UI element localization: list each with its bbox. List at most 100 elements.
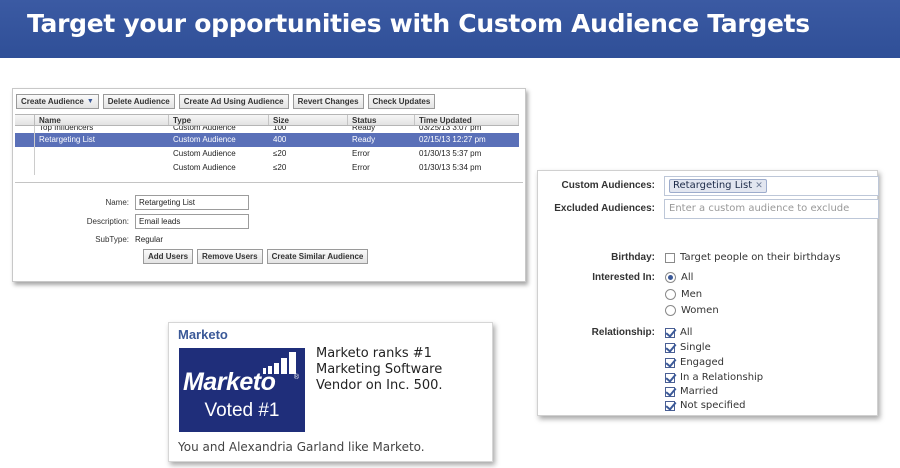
custom-audiences-label: Custom Audiences: (561, 180, 655, 191)
row-select-cell[interactable] (15, 126, 35, 133)
relationship-in-relationship-option[interactable]: In a Relationship (665, 372, 763, 383)
relationship-engaged-label: Engaged (680, 357, 724, 368)
registered-mark: ® (293, 374, 299, 381)
cell-name (35, 147, 169, 161)
cell-time: 01/30/13 5:37 pm (419, 149, 482, 158)
header-banner: Target your opportunities with Custom Au… (0, 0, 900, 58)
add-users-button[interactable]: Add Users (143, 249, 194, 264)
cell-name: Retargeting List (39, 135, 96, 144)
audience-toolbar: Create Audience ▼ Delete Audience Create… (16, 94, 436, 109)
interested-women-radio[interactable] (665, 305, 676, 316)
cell-time: 03/25/13 3:07 pm (419, 126, 482, 132)
cell-status: Error (352, 163, 370, 172)
relationship-all-option[interactable]: All (665, 327, 692, 338)
row-select-cell[interactable] (15, 133, 35, 147)
cell-type: Custom Audience (173, 135, 236, 144)
select-column-header (15, 115, 35, 125)
audience-table: Name Type Size Status Time Updated Top I… (15, 114, 519, 175)
column-header-size[interactable]: Size (269, 115, 348, 125)
table-row-selected[interactable]: Retargeting List Custom Audience 400 Rea… (15, 133, 519, 147)
revert-changes-button[interactable]: Revert Changes (292, 94, 364, 109)
description-label: Description: (86, 217, 129, 226)
relationship-in-relationship-label: In a Relationship (680, 372, 764, 383)
interested-men-option[interactable]: Men (665, 289, 702, 300)
column-header-status[interactable]: Status (348, 115, 415, 125)
cell-type: Custom Audience (173, 163, 236, 172)
name-label: Name: (105, 198, 129, 207)
audience-token[interactable]: Retargeting List ✕ (669, 179, 767, 193)
interested-in-label: Interested In: (592, 272, 655, 283)
targeting-panel: Custom Audiences: Retargeting List ✕ Exc… (537, 170, 879, 416)
check-updates-button[interactable]: Check Updates (367, 94, 436, 109)
audience-token-label: Retargeting List (673, 180, 753, 191)
cell-type: Custom Audience (173, 149, 236, 158)
description-field-row: Description: Email leads (13, 214, 249, 229)
marketo-logo-text: Marketo (183, 368, 276, 396)
name-field-row: Name: Retargeting List (13, 195, 249, 210)
column-header-name[interactable]: Name (35, 115, 169, 125)
cell-size: 100 (273, 126, 287, 132)
cell-name: Top Influencers (39, 126, 94, 132)
audience-manager-panel: Create Audience ▼ Delete Audience Create… (12, 88, 526, 282)
relationship-not-specified-checkbox[interactable] (665, 400, 675, 411)
ad-image[interactable]: Marketo ® Voted #1 (179, 348, 305, 432)
delete-audience-button[interactable]: Delete Audience (102, 94, 175, 109)
birthday-option-label: Target people on their birthdays (680, 252, 841, 263)
relationship-in-relationship-checkbox[interactable] (665, 372, 675, 383)
relationship-single-checkbox[interactable] (665, 342, 675, 353)
custom-audiences-input[interactable]: Retargeting List ✕ (664, 176, 879, 196)
relationship-married-label: Married (680, 386, 719, 397)
excluded-audiences-input[interactable]: Enter a custom audience to exclude (664, 199, 879, 219)
birthday-checkbox[interactable] (665, 252, 675, 263)
interested-women-option[interactable]: Women (665, 305, 719, 316)
cell-status: Error (352, 149, 370, 158)
name-input[interactable]: Retargeting List (135, 195, 249, 210)
description-input[interactable]: Email leads (135, 214, 249, 229)
relationship-married-checkbox[interactable] (665, 386, 675, 397)
table-header: Name Type Size Status Time Updated (15, 114, 519, 126)
table-row[interactable]: Top Influencers Custom Audience 100 Read… (15, 126, 519, 133)
remove-token-icon[interactable]: ✕ (755, 180, 763, 192)
create-ad-button[interactable]: Create Ad Using Audience (178, 94, 289, 109)
birthday-label: Birthday: (611, 252, 655, 263)
cell-status: Ready (352, 126, 376, 132)
interested-men-radio[interactable] (665, 289, 676, 300)
create-similar-audience-button[interactable]: Create Similar Audience (266, 249, 369, 264)
cell-type: Custom Audience (173, 126, 236, 132)
banner-title: Target your opportunities with Custom Au… (27, 9, 810, 38)
column-header-time-updated[interactable]: Time Updated (415, 115, 519, 125)
column-header-type[interactable]: Type (169, 115, 269, 125)
remove-users-button[interactable]: Remove Users (197, 249, 263, 264)
row-select-cell[interactable] (15, 147, 35, 161)
subtype-value: Regular (135, 235, 164, 244)
relationship-all-label: All (680, 327, 693, 338)
birthday-option[interactable]: Target people on their birthdays (665, 252, 840, 263)
relationship-engaged-checkbox[interactable] (665, 357, 675, 368)
relationship-all-checkbox[interactable] (665, 327, 675, 338)
relationship-not-specified-option[interactable]: Not specified (665, 400, 745, 411)
interested-all-radio[interactable] (665, 272, 676, 283)
cell-size: ≤20 (273, 163, 287, 172)
interested-women-label: Women (681, 305, 719, 316)
relationship-single-option[interactable]: Single (665, 342, 711, 353)
create-audience-button[interactable]: Create Audience ▼ (16, 94, 99, 109)
interested-men-label: Men (681, 289, 703, 300)
cell-status: Ready (352, 135, 376, 144)
subtype-row: SubType: Regular (13, 235, 163, 244)
interested-all-option[interactable]: All (665, 272, 693, 283)
ad-social-context: You and Alexandria Garland like Marketo. (178, 440, 425, 454)
ad-preview-panel[interactable]: Marketo Marketo ® Voted #1 Marketo ranks… (168, 322, 493, 462)
ad-title[interactable]: Marketo (178, 327, 228, 342)
interested-all-label: All (681, 272, 694, 283)
cell-time: 01/30/13 5:34 pm (419, 163, 482, 172)
subtype-label: SubType: (95, 235, 129, 244)
dropdown-arrow-icon: ▼ (86, 98, 94, 105)
excluded-audiences-label: Excluded Audiences: (554, 203, 655, 214)
relationship-married-option[interactable]: Married (665, 386, 718, 397)
relationship-label: Relationship: (591, 327, 655, 338)
table-row[interactable]: Custom Audience ≤20 Error 01/30/13 5:34 … (15, 161, 519, 175)
table-divider (15, 182, 523, 183)
relationship-engaged-option[interactable]: Engaged (665, 357, 724, 368)
table-row[interactable]: Custom Audience ≤20 Error 01/30/13 5:37 … (15, 147, 519, 161)
row-select-cell[interactable] (15, 161, 35, 175)
